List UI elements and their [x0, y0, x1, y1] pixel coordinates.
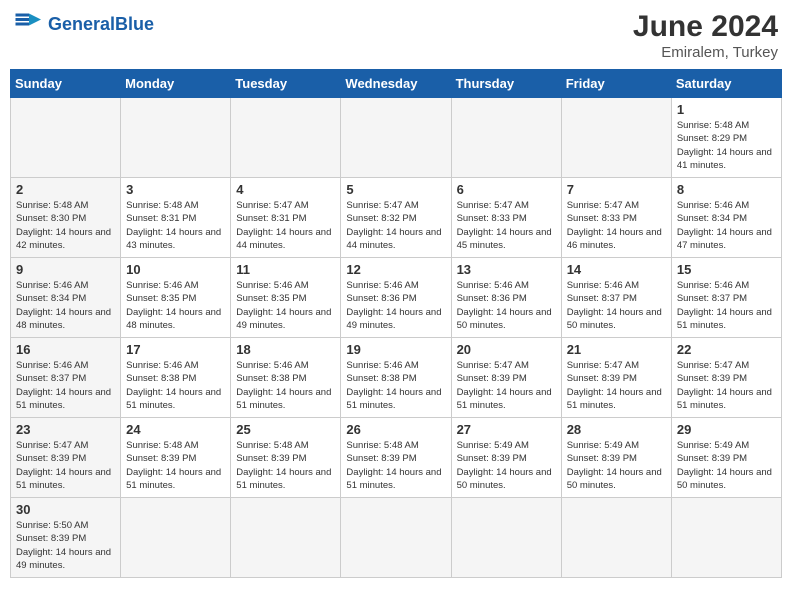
day-2: 2 Sunrise: 5:48 AM Sunset: 8:30 PM Dayli…: [11, 178, 121, 258]
calendar-table: Sunday Monday Tuesday Wednesday Thursday…: [10, 69, 782, 578]
day-21: 21 Sunrise: 5:47 AM Sunset: 8:39 PM Dayl…: [561, 338, 671, 418]
empty-cell: [451, 98, 561, 178]
day-9: 9 Sunrise: 5:46 AM Sunset: 8:34 PM Dayli…: [11, 258, 121, 338]
day-7: 7 Sunrise: 5:47 AM Sunset: 8:33 PM Dayli…: [561, 178, 671, 258]
week-row-4: 16 Sunrise: 5:46 AM Sunset: 8:37 PM Dayl…: [11, 338, 782, 418]
empty-cell: [561, 98, 671, 178]
day-1: 1 Sunrise: 5:48 AM Sunset: 8:29 PM Dayli…: [671, 98, 781, 178]
day-19: 19 Sunrise: 5:46 AM Sunset: 8:38 PM Dayl…: [341, 338, 451, 418]
empty-cell: [561, 498, 671, 578]
empty-cell: [451, 498, 561, 578]
day-27: 27 Sunrise: 5:49 AM Sunset: 8:39 PM Dayl…: [451, 418, 561, 498]
header-monday: Monday: [121, 70, 231, 98]
day-13: 13 Sunrise: 5:46 AM Sunset: 8:36 PM Dayl…: [451, 258, 561, 338]
empty-cell: [121, 498, 231, 578]
day-6: 6 Sunrise: 5:47 AM Sunset: 8:33 PM Dayli…: [451, 178, 561, 258]
day-25: 25 Sunrise: 5:48 AM Sunset: 8:39 PM Dayl…: [231, 418, 341, 498]
header-sunday: Sunday: [11, 70, 121, 98]
day-28: 28 Sunrise: 5:49 AM Sunset: 8:39 PM Dayl…: [561, 418, 671, 498]
day-22: 22 Sunrise: 5:47 AM Sunset: 8:39 PM Dayl…: [671, 338, 781, 418]
header-thursday: Thursday: [451, 70, 561, 98]
day-26: 26 Sunrise: 5:48 AM Sunset: 8:39 PM Dayl…: [341, 418, 451, 498]
empty-cell: [231, 498, 341, 578]
week-row-6: 30 Sunrise: 5:50 AM Sunset: 8:39 PM Dayl…: [11, 498, 782, 578]
weekday-header-row: Sunday Monday Tuesday Wednesday Thursday…: [11, 70, 782, 98]
day-8: 8 Sunrise: 5:46 AM Sunset: 8:34 PM Dayli…: [671, 178, 781, 258]
day-23: 23 Sunrise: 5:47 AM Sunset: 8:39 PM Dayl…: [11, 418, 121, 498]
header-friday: Friday: [561, 70, 671, 98]
week-row-2: 2 Sunrise: 5:48 AM Sunset: 8:30 PM Dayli…: [11, 178, 782, 258]
day-10: 10 Sunrise: 5:46 AM Sunset: 8:35 PM Dayl…: [121, 258, 231, 338]
header-tuesday: Tuesday: [231, 70, 341, 98]
empty-cell: [671, 498, 781, 578]
logo-icon: [14, 10, 44, 38]
day-20: 20 Sunrise: 5:47 AM Sunset: 8:39 PM Dayl…: [451, 338, 561, 418]
day-24: 24 Sunrise: 5:48 AM Sunset: 8:39 PM Dayl…: [121, 418, 231, 498]
day-18: 18 Sunrise: 5:46 AM Sunset: 8:38 PM Dayl…: [231, 338, 341, 418]
week-row-5: 23 Sunrise: 5:47 AM Sunset: 8:39 PM Dayl…: [11, 418, 782, 498]
title-area: June 2024 Emiralem, Turkey: [633, 10, 778, 61]
header-wednesday: Wednesday: [341, 70, 451, 98]
calendar-title: June 2024: [633, 10, 778, 44]
day-15: 15 Sunrise: 5:46 AM Sunset: 8:37 PM Dayl…: [671, 258, 781, 338]
day-17: 17 Sunrise: 5:46 AM Sunset: 8:38 PM Dayl…: [121, 338, 231, 418]
day-3: 3 Sunrise: 5:48 AM Sunset: 8:31 PM Dayli…: [121, 178, 231, 258]
empty-cell: [231, 98, 341, 178]
day-5: 5 Sunrise: 5:47 AM Sunset: 8:32 PM Dayli…: [341, 178, 451, 258]
day-29: 29 Sunrise: 5:49 AM Sunset: 8:39 PM Dayl…: [671, 418, 781, 498]
day-16: 16 Sunrise: 5:46 AM Sunset: 8:37 PM Dayl…: [11, 338, 121, 418]
week-row-3: 9 Sunrise: 5:46 AM Sunset: 8:34 PM Dayli…: [11, 258, 782, 338]
logo: GeneralBlue: [14, 10, 154, 38]
day-14: 14 Sunrise: 5:46 AM Sunset: 8:37 PM Dayl…: [561, 258, 671, 338]
empty-cell: [121, 98, 231, 178]
calendar-subtitle: Emiralem, Turkey: [633, 44, 778, 61]
page-header: GeneralBlue June 2024 Emiralem, Turkey: [10, 10, 782, 61]
logo-text: GeneralBlue: [48, 14, 154, 35]
day-30: 30 Sunrise: 5:50 AM Sunset: 8:39 PM Dayl…: [11, 498, 121, 578]
day-12: 12 Sunrise: 5:46 AM Sunset: 8:36 PM Dayl…: [341, 258, 451, 338]
empty-cell: [341, 98, 451, 178]
empty-cell: [341, 498, 451, 578]
week-row-1: 1 Sunrise: 5:48 AM Sunset: 8:29 PM Dayli…: [11, 98, 782, 178]
empty-cell: [11, 98, 121, 178]
day-11: 11 Sunrise: 5:46 AM Sunset: 8:35 PM Dayl…: [231, 258, 341, 338]
header-saturday: Saturday: [671, 70, 781, 98]
day-4: 4 Sunrise: 5:47 AM Sunset: 8:31 PM Dayli…: [231, 178, 341, 258]
